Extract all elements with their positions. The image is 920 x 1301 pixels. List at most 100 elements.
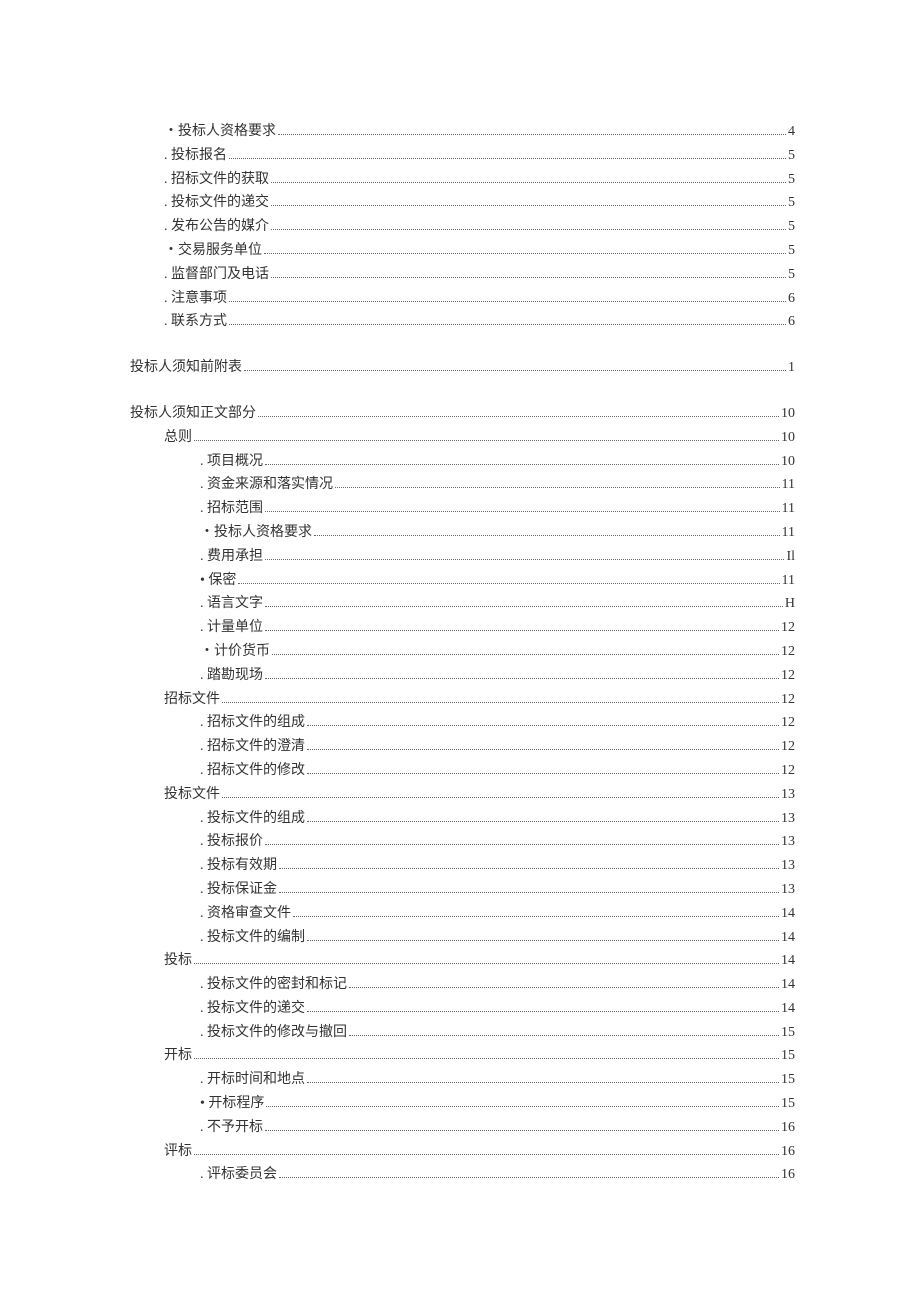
toc-entry: • 保密11	[130, 569, 795, 593]
toc-leader-dots	[229, 324, 786, 325]
toc-entry-label: . 费用承担	[200, 545, 263, 569]
toc-entry-page: 11	[782, 521, 795, 545]
toc-leader-dots	[272, 654, 779, 655]
toc-entry-page: 6	[788, 310, 795, 334]
toc-entry-label: . 发布公告的媒介	[164, 215, 269, 239]
toc-entry-page: 11	[782, 497, 795, 521]
toc-entry-label: . 踏勘现场	[200, 664, 263, 688]
toc-entry: . 项目概况10	[130, 450, 795, 474]
toc-entry: ・投标人资格要求4	[130, 120, 795, 144]
toc-leader-dots	[271, 182, 786, 183]
toc-entry: . 评标委员会16	[130, 1163, 795, 1187]
toc-leader-dots	[314, 535, 780, 536]
toc-entry-label: . 投标保证金	[200, 878, 277, 902]
toc-leader-dots	[279, 892, 779, 893]
toc-entry: . 招标文件的获取5	[130, 168, 795, 192]
toc-entry-page: 12	[781, 735, 795, 759]
toc-leader-dots	[307, 725, 779, 726]
toc-entry-label: ・计价货币	[200, 640, 270, 664]
toc-leader-dots	[307, 749, 779, 750]
toc-entry-label: . 开标时间和地点	[200, 1068, 305, 1092]
toc-entry-label: . 资格审查文件	[200, 902, 291, 926]
toc-entry: . 联系方式 6	[130, 310, 795, 334]
toc-entry-page: 14	[781, 973, 795, 997]
toc-entry-label: . 注意事项	[164, 287, 227, 311]
toc-entry: . 资金来源和落实情况11	[130, 473, 795, 497]
toc-entry: . 投标报价 13	[130, 830, 795, 854]
toc-entry-label: . 投标报价	[200, 830, 263, 854]
toc-leader-dots	[264, 253, 786, 254]
toc-entry-label: • 保密	[200, 569, 236, 593]
toc-entry-page: 15	[781, 1021, 795, 1045]
toc-leader-dots	[271, 229, 786, 230]
toc-entry-label: . 投标报名	[164, 144, 227, 168]
toc-entry: 投标文件13	[130, 783, 795, 807]
toc-leader-dots	[271, 277, 786, 278]
toc-entry-page: 13	[781, 807, 795, 831]
toc-entry-label: . 投标文件的修改与撤回	[200, 1021, 347, 1045]
toc-entry-label: . 投标文件的组成	[200, 807, 305, 831]
toc-entry: . 招标文件的修改12	[130, 759, 795, 783]
toc-entry: . 发布公告的媒介5	[130, 215, 795, 239]
toc-leader-dots	[229, 158, 786, 159]
toc-entry-page: 16	[781, 1116, 795, 1140]
toc-entry-label: 评标	[164, 1140, 192, 1164]
toc-entry-label: 投标	[164, 949, 192, 973]
toc-entry-label: . 投标文件的递交	[164, 191, 269, 215]
toc-entry-page: 12	[781, 664, 795, 688]
toc-leader-dots	[222, 797, 779, 798]
toc-entry-label: ・投标人资格要求	[200, 521, 312, 545]
toc-leader-dots	[194, 1058, 779, 1059]
toc-entry-label: 投标文件	[164, 783, 220, 807]
toc-leader-dots	[265, 678, 779, 679]
toc-leader-dots	[307, 940, 779, 941]
toc-leader-dots	[265, 630, 779, 631]
toc-leader-dots	[265, 464, 779, 465]
toc-entry-page: 14	[781, 902, 795, 926]
toc-entry-page: 13	[781, 830, 795, 854]
toc-entry-label: . 不予开标	[200, 1116, 263, 1140]
toc-entry-page: 10	[781, 450, 795, 474]
toc-entry-page: 5	[788, 191, 795, 215]
toc-entry-page: 12	[781, 616, 795, 640]
toc-entry: . 投标文件的递交 5	[130, 191, 795, 215]
toc-entry: . 投标保证金13	[130, 878, 795, 902]
toc-leader-dots	[222, 702, 779, 703]
toc-entry-label: . 投标文件的递交	[200, 997, 305, 1021]
toc-entry-page: 1	[788, 356, 795, 380]
toc-leader-dots	[307, 1011, 779, 1012]
toc-entry: . 监督部门及电话 5	[130, 263, 795, 287]
toc-leader-dots	[244, 370, 786, 371]
toc-entry: ・投标人资格要求 11	[130, 521, 795, 545]
toc-entry-label: • 开标程序	[200, 1092, 264, 1116]
toc-entry-page: 16	[781, 1140, 795, 1164]
toc-leader-dots	[265, 511, 780, 512]
toc-entry-page: Il	[786, 545, 795, 569]
toc-entry: . 踏勘现场 12	[130, 664, 795, 688]
toc-entry-page: 11	[782, 473, 795, 497]
toc-leader-dots	[265, 606, 783, 607]
toc-entry-label: . 联系方式	[164, 310, 227, 334]
toc-leader-dots	[278, 134, 786, 135]
table-of-contents: ・投标人资格要求4. 投标报名5. 招标文件的获取5. 投标文件的递交5. 发布…	[130, 120, 795, 1187]
toc-entry-label: 招标文件	[164, 688, 220, 712]
toc-entry-label: . 监督部门及电话	[164, 263, 269, 287]
toc-leader-dots	[194, 963, 779, 964]
toc-entry: . 开标时间和地点15	[130, 1068, 795, 1092]
toc-entry-label: ・投标人资格要求	[164, 120, 276, 144]
toc-leader-dots	[258, 416, 779, 417]
toc-entry: ・计价货币12	[130, 640, 795, 664]
toc-entry-page: 10	[781, 402, 795, 426]
toc-entry: . 不予开标 16	[130, 1116, 795, 1140]
toc-entry-page: 5	[788, 263, 795, 287]
toc-entry: 投标人须知正文部分 10	[130, 402, 795, 426]
toc-entry-page: 5	[788, 168, 795, 192]
toc-entry-page: 14	[781, 926, 795, 950]
toc-entry: . 投标文件的编制14	[130, 926, 795, 950]
toc-entry: . 招标文件的澄清12	[130, 735, 795, 759]
toc-entry: . 投标文件的密封和标记14	[130, 973, 795, 997]
toc-entry-label: . 语言文字	[200, 592, 263, 616]
toc-entry-label: 开标	[164, 1044, 192, 1068]
toc-entry-label: 投标人须知正文部分	[130, 402, 256, 426]
toc-entry-page: 14	[781, 949, 795, 973]
